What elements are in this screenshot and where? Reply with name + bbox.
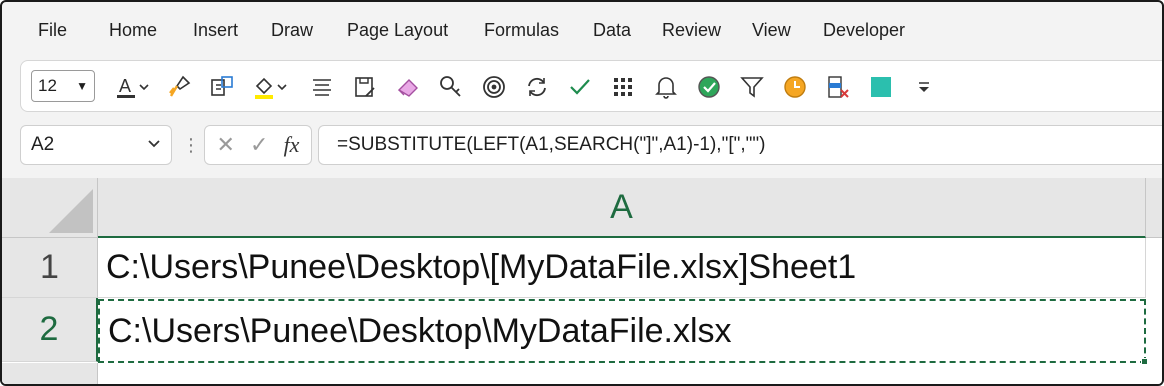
chevron-down-icon[interactable]	[137, 74, 151, 100]
quick-toolbar: 12 ▼ A	[20, 60, 1162, 112]
align-icon[interactable]	[309, 74, 335, 100]
formula-actions: ✕ ✓ fx	[204, 125, 312, 165]
font-size-select[interactable]: 12 ▼	[31, 70, 95, 102]
eraser-icon[interactable]	[395, 74, 421, 100]
cell-a2[interactable]: C:\Users\Punee\Desktop\MyDataFile.xlsx	[98, 299, 1146, 363]
menu-formulas[interactable]: Formulas	[484, 20, 559, 41]
excel-window: File Home Insert Draw Page Layout Formul…	[0, 0, 1164, 386]
more-options-icon[interactable]: ⋮	[182, 135, 200, 156]
font-size-value: 12	[38, 76, 57, 95]
formula-input[interactable]: =SUBSTITUTE(LEFT(A1,SEARCH("]",A1)-1),"[…	[318, 125, 1162, 165]
save-icon[interactable]	[352, 74, 378, 100]
menu-data[interactable]: Data	[593, 20, 631, 41]
chevron-down-icon[interactable]	[147, 134, 161, 156]
search-key-icon[interactable]	[438, 74, 464, 100]
fill-square-icon[interactable]	[868, 74, 894, 100]
menu-insert[interactable]: Insert	[193, 20, 238, 41]
name-box[interactable]: A2	[20, 125, 172, 165]
font-color-icon[interactable]: A	[113, 74, 139, 100]
bell-icon[interactable]	[653, 74, 679, 100]
refresh-icon[interactable]	[524, 74, 550, 100]
enter-icon[interactable]: ✓	[250, 132, 268, 158]
row-header-1[interactable]: 1	[2, 238, 98, 298]
svg-text:A: A	[119, 76, 131, 96]
chevron-down-icon: ▼	[76, 79, 88, 93]
cell-a1[interactable]: C:\Users\Punee\Desktop\[MyDataFile.xlsx]…	[98, 238, 1146, 298]
menu-review[interactable]: Review	[662, 20, 721, 41]
grid-icon[interactable]	[610, 74, 636, 100]
row-header-2[interactable]: 2	[2, 298, 98, 362]
menu-bar: File Home Insert Draw Page Layout Formul…	[2, 2, 1162, 58]
chevron-down-icon[interactable]	[275, 74, 289, 100]
format-painter-icon[interactable]	[167, 74, 193, 100]
name-box-value: A2	[31, 134, 55, 155]
column-header-filler	[1146, 178, 1162, 238]
menu-view[interactable]: View	[752, 20, 791, 41]
menu-page-layout[interactable]: Page Layout	[347, 20, 448, 41]
target-icon[interactable]	[481, 74, 507, 100]
format-icon[interactable]	[209, 74, 235, 100]
formula-bar: A2 ⋮ ✕ ✓ fx =SUBSTITUTE(LEFT(A1,SEARCH("…	[20, 124, 1162, 166]
cancel-icon[interactable]: ✕	[217, 132, 235, 158]
column-header-a[interactable]: A	[98, 178, 1146, 238]
check-circle-icon[interactable]	[696, 74, 722, 100]
select-all-corner[interactable]	[2, 178, 98, 238]
menu-file[interactable]: File	[38, 20, 67, 41]
filter-icon[interactable]	[739, 74, 765, 100]
row-header-3	[2, 363, 98, 384]
menu-draw[interactable]: Draw	[271, 20, 313, 41]
menu-home[interactable]: Home	[109, 20, 157, 41]
fill-handle[interactable]	[1141, 358, 1148, 365]
menu-developer[interactable]: Developer	[823, 20, 905, 41]
more-icon[interactable]	[911, 74, 937, 100]
delete-column-icon[interactable]	[825, 74, 851, 100]
clock-icon[interactable]	[782, 74, 808, 100]
insert-function-icon[interactable]: fx	[284, 132, 300, 158]
fill-color-icon[interactable]	[251, 74, 277, 100]
check-icon[interactable]	[567, 74, 593, 100]
spreadsheet-grid: A 1 C:\Users\Punee\Desktop\[MyDataFile.x…	[2, 178, 1162, 384]
